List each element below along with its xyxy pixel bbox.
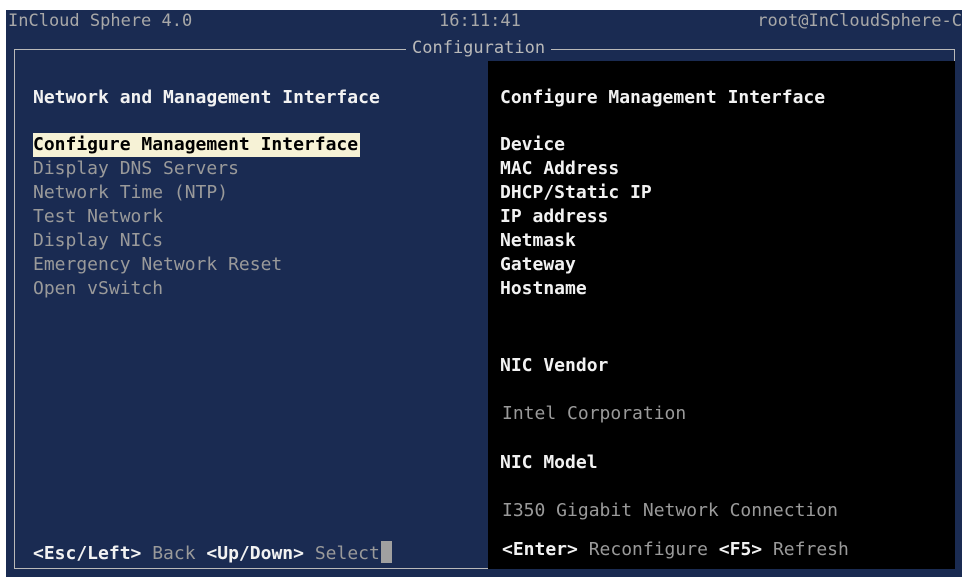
details-pane: Configure Management Interface Device MA… bbox=[488, 61, 955, 569]
menu-item-test-network[interactable]: Test Network bbox=[33, 205, 360, 229]
field-hostname: Hostname bbox=[500, 278, 587, 299]
menu-item-display-dns-servers[interactable]: Display DNS Servers bbox=[33, 157, 360, 181]
nic-vendor-label: NIC Vendor bbox=[500, 355, 609, 376]
back-key: <Esc/Left> bbox=[33, 543, 142, 564]
menu-item-network-time[interactable]: Network Time (NTP) bbox=[33, 181, 360, 205]
console-screen: InCloud Sphere 4.0 16:11:41 root@InCloud… bbox=[0, 0, 962, 583]
clock: 16:11:41 bbox=[439, 11, 521, 31]
menu-item-display-nics[interactable]: Display NICs bbox=[33, 229, 360, 253]
text-cursor bbox=[380, 541, 392, 563]
nic-model-label: NIC Model bbox=[500, 452, 598, 473]
configuration-dialog: Configuration Network and Management Int… bbox=[6, 32, 962, 577]
user-host: root@InCloudSphere-C bbox=[757, 11, 962, 31]
refresh-action[interactable]: Refresh bbox=[773, 539, 849, 560]
dialog-title: Configuration bbox=[406, 37, 552, 59]
menu-item-emergency-network-reset[interactable]: Emergency Network Reset bbox=[33, 253, 360, 277]
field-dhcp-static-ip: DHCP/Static IP bbox=[500, 182, 652, 203]
menu-item-configure-management-interface[interactable]: Configure Management Interface bbox=[33, 133, 361, 157]
right-key-hints: <Enter> Reconfigure <F5> Refresh bbox=[502, 538, 849, 562]
network-menu: Configure Management Interface Display D… bbox=[33, 133, 361, 301]
select-key: <Up/Down> bbox=[206, 543, 304, 564]
select-action[interactable]: Select bbox=[315, 543, 380, 564]
reconfigure-action[interactable]: Reconfigure bbox=[589, 539, 708, 560]
left-pane-heading: Network and Management Interface bbox=[33, 87, 380, 108]
menu-item-open-vswitch[interactable]: Open vSwitch bbox=[33, 277, 360, 301]
back-action[interactable]: Back bbox=[152, 543, 195, 564]
status-bar: InCloud Sphere 4.0 16:11:41 root@InCloud… bbox=[6, 10, 962, 32]
field-gateway: Gateway bbox=[500, 254, 576, 275]
details-heading: Configure Management Interface bbox=[500, 87, 826, 108]
field-netmask: Netmask bbox=[500, 230, 576, 251]
nic-model-value: I350 Gigabit Network Connection bbox=[502, 500, 838, 521]
field-ip-address: IP address bbox=[500, 206, 609, 227]
nic-vendor-value: Intel Corporation bbox=[502, 403, 687, 424]
interface-fields: Device MAC Address DHCP/Static IP IP add… bbox=[500, 133, 652, 301]
reconfigure-key: <Enter> bbox=[502, 539, 578, 560]
field-mac-address: MAC Address bbox=[500, 158, 620, 179]
left-key-hints: <Esc/Left> Back <Up/Down> Select bbox=[33, 541, 392, 566]
product-title: InCloud Sphere 4.0 bbox=[8, 11, 193, 31]
field-device: Device bbox=[500, 134, 566, 155]
refresh-key: <F5> bbox=[718, 539, 763, 560]
